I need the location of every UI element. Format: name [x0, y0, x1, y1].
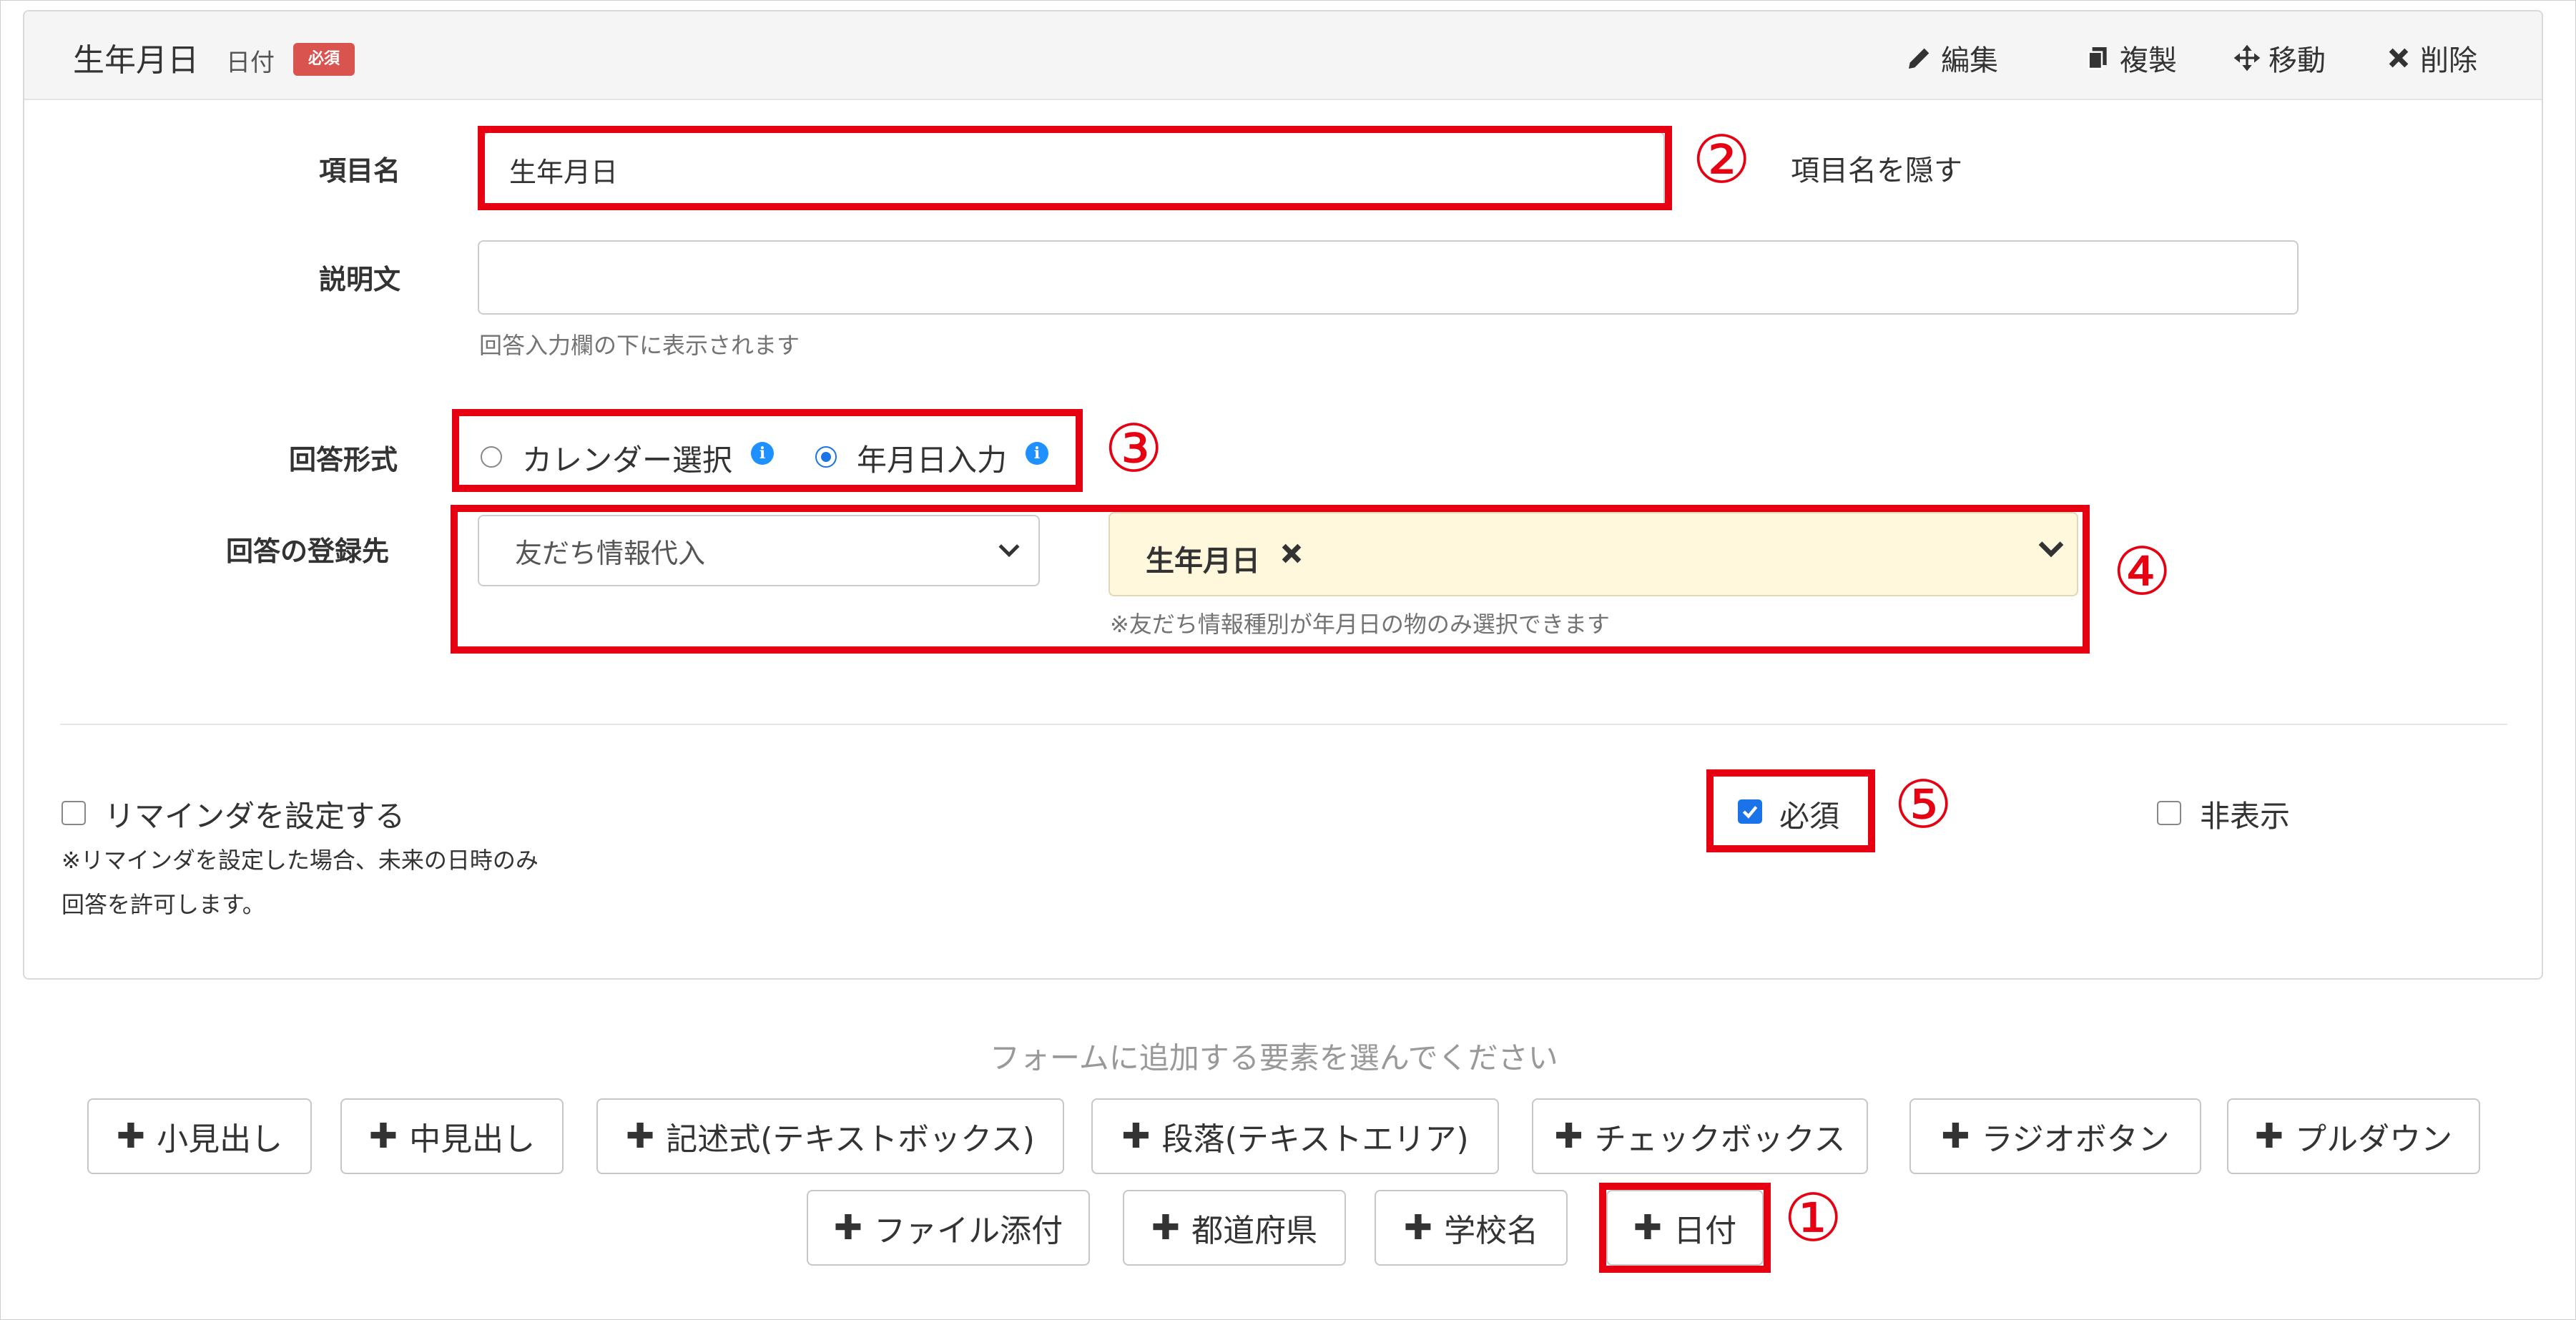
copy-icon: [2088, 47, 2107, 70]
info-icon[interactable]: i: [751, 442, 774, 465]
answer-format-label: 回答形式: [289, 444, 398, 476]
add-pulldown-button[interactable]: ✚ プルダウン: [2227, 1098, 2480, 1174]
add-file-button[interactable]: ✚ ファイル添付: [807, 1190, 1090, 1266]
move-icon: [2233, 44, 2261, 72]
add-prefecture-button[interactable]: ✚ 都道府県: [1123, 1190, 1346, 1266]
radio-calendar-label[interactable]: カレンダー選択: [522, 436, 732, 480]
plus-icon: ✚: [368, 1116, 398, 1156]
add-school-button[interactable]: ✚ 学校名: [1375, 1190, 1568, 1266]
radio-date-input-label[interactable]: 年月日入力: [857, 436, 1007, 480]
divider: [60, 724, 2507, 725]
plus-icon: ✚: [1403, 1208, 1433, 1248]
reminder-note-2: 回答を許可します。: [62, 891, 265, 918]
reminder-label[interactable]: リマインダを設定する: [104, 792, 405, 836]
add-element-prompt: フォームに追加する要素を選んでください: [990, 1040, 1558, 1075]
annotation-number-4: ④: [2113, 533, 2172, 610]
add-button-label: ラジオボタン: [1981, 1121, 2170, 1158]
add-radio-button[interactable]: ✚ ラジオボタン: [1909, 1098, 2201, 1174]
description-input[interactable]: [478, 240, 2299, 315]
edit-label: 編集: [1941, 44, 1998, 77]
hide-name-label[interactable]: 項目名を隠す: [1791, 147, 1962, 189]
add-small-heading-button[interactable]: ✚ 小見出し: [87, 1098, 312, 1174]
edit-button[interactable]: 編集: [1905, 37, 1998, 79]
reminder-note-1: ※リマインダを設定した場合、未来の日時のみ: [62, 847, 539, 874]
plus-icon: ✚: [1554, 1116, 1583, 1156]
duplicate-button[interactable]: 複製: [2084, 37, 2177, 79]
annotation-box-4: [451, 505, 2090, 654]
plus-icon: ✚: [2254, 1116, 2284, 1156]
delete-icon: [2389, 48, 2409, 68]
delete-button[interactable]: 削除: [2384, 37, 2477, 79]
annotation-box-1: [1599, 1183, 1771, 1273]
plus-icon: ✚: [1121, 1116, 1151, 1156]
add-button-label: 都道府県: [1191, 1213, 1318, 1249]
plus-icon: ✚: [833, 1208, 863, 1248]
plus-icon: ✚: [1941, 1116, 1970, 1156]
description-label: 説明文: [319, 264, 401, 295]
add-checkbox-button[interactable]: ✚ チェックボックス: [1532, 1098, 1868, 1174]
hidden-checkbox[interactable]: [2157, 801, 2181, 825]
plus-icon: ✚: [626, 1116, 655, 1156]
annotation-number-3: ③: [1104, 410, 1164, 487]
move-label: 移動: [2268, 44, 2326, 77]
hidden-label[interactable]: 非表示: [2200, 792, 2290, 836]
radio-calendar[interactable]: [481, 446, 502, 468]
annotation-number-1: ①: [1784, 1180, 1843, 1256]
register-label: 回答の登録先: [226, 536, 390, 567]
add-button-label: チェックボックス: [1594, 1121, 1846, 1158]
add-textarea-button[interactable]: ✚ 段落(テキストエリア): [1091, 1098, 1499, 1174]
plus-icon: ✚: [1151, 1208, 1181, 1248]
item-name-label: 項目名: [319, 155, 401, 187]
item-type: 日付: [226, 49, 275, 77]
info-icon[interactable]: i: [1026, 442, 1048, 465]
required-badge: 必須: [293, 43, 355, 76]
annotation-number-2: ②: [1692, 122, 1751, 198]
add-button-label: 記述式(テキストボックス): [666, 1121, 1035, 1158]
pencil-icon: [1909, 48, 1929, 69]
plus-icon: ✚: [116, 1116, 146, 1156]
description-help: 回答入力欄の下に表示されます: [479, 332, 800, 359]
duplicate-label: 複製: [2120, 44, 2177, 77]
move-button[interactable]: 移動: [2233, 37, 2326, 79]
required-checkbox[interactable]: [1738, 799, 1762, 824]
add-button-label: ファイル添付: [874, 1213, 1063, 1249]
annotation-box-2: [478, 126, 1672, 210]
annotation-number-5: ⑤: [1894, 767, 1953, 843]
add-button-label: 小見出し: [157, 1121, 283, 1158]
reminder-checkbox[interactable]: [62, 801, 86, 825]
add-button-label: プルダウン: [2295, 1121, 2453, 1158]
add-medium-heading-button[interactable]: ✚ 中見出し: [340, 1098, 564, 1174]
add-button-label: 中見出し: [409, 1121, 536, 1158]
add-textbox-button[interactable]: ✚ 記述式(テキストボックス): [596, 1098, 1064, 1174]
card-header: 生年月日 日付 必須 編集 複製 移動 削除: [24, 11, 2542, 100]
radio-date-input[interactable]: [815, 446, 837, 468]
add-button-label: 学校名: [1444, 1213, 1539, 1249]
delete-label: 削除: [2420, 44, 2477, 77]
add-button-label: 段落(テキストエリア): [1161, 1121, 1469, 1158]
check-icon: [1742, 806, 1758, 819]
required-label[interactable]: 必須: [1779, 792, 1839, 836]
item-title: 生年月日: [73, 42, 199, 79]
